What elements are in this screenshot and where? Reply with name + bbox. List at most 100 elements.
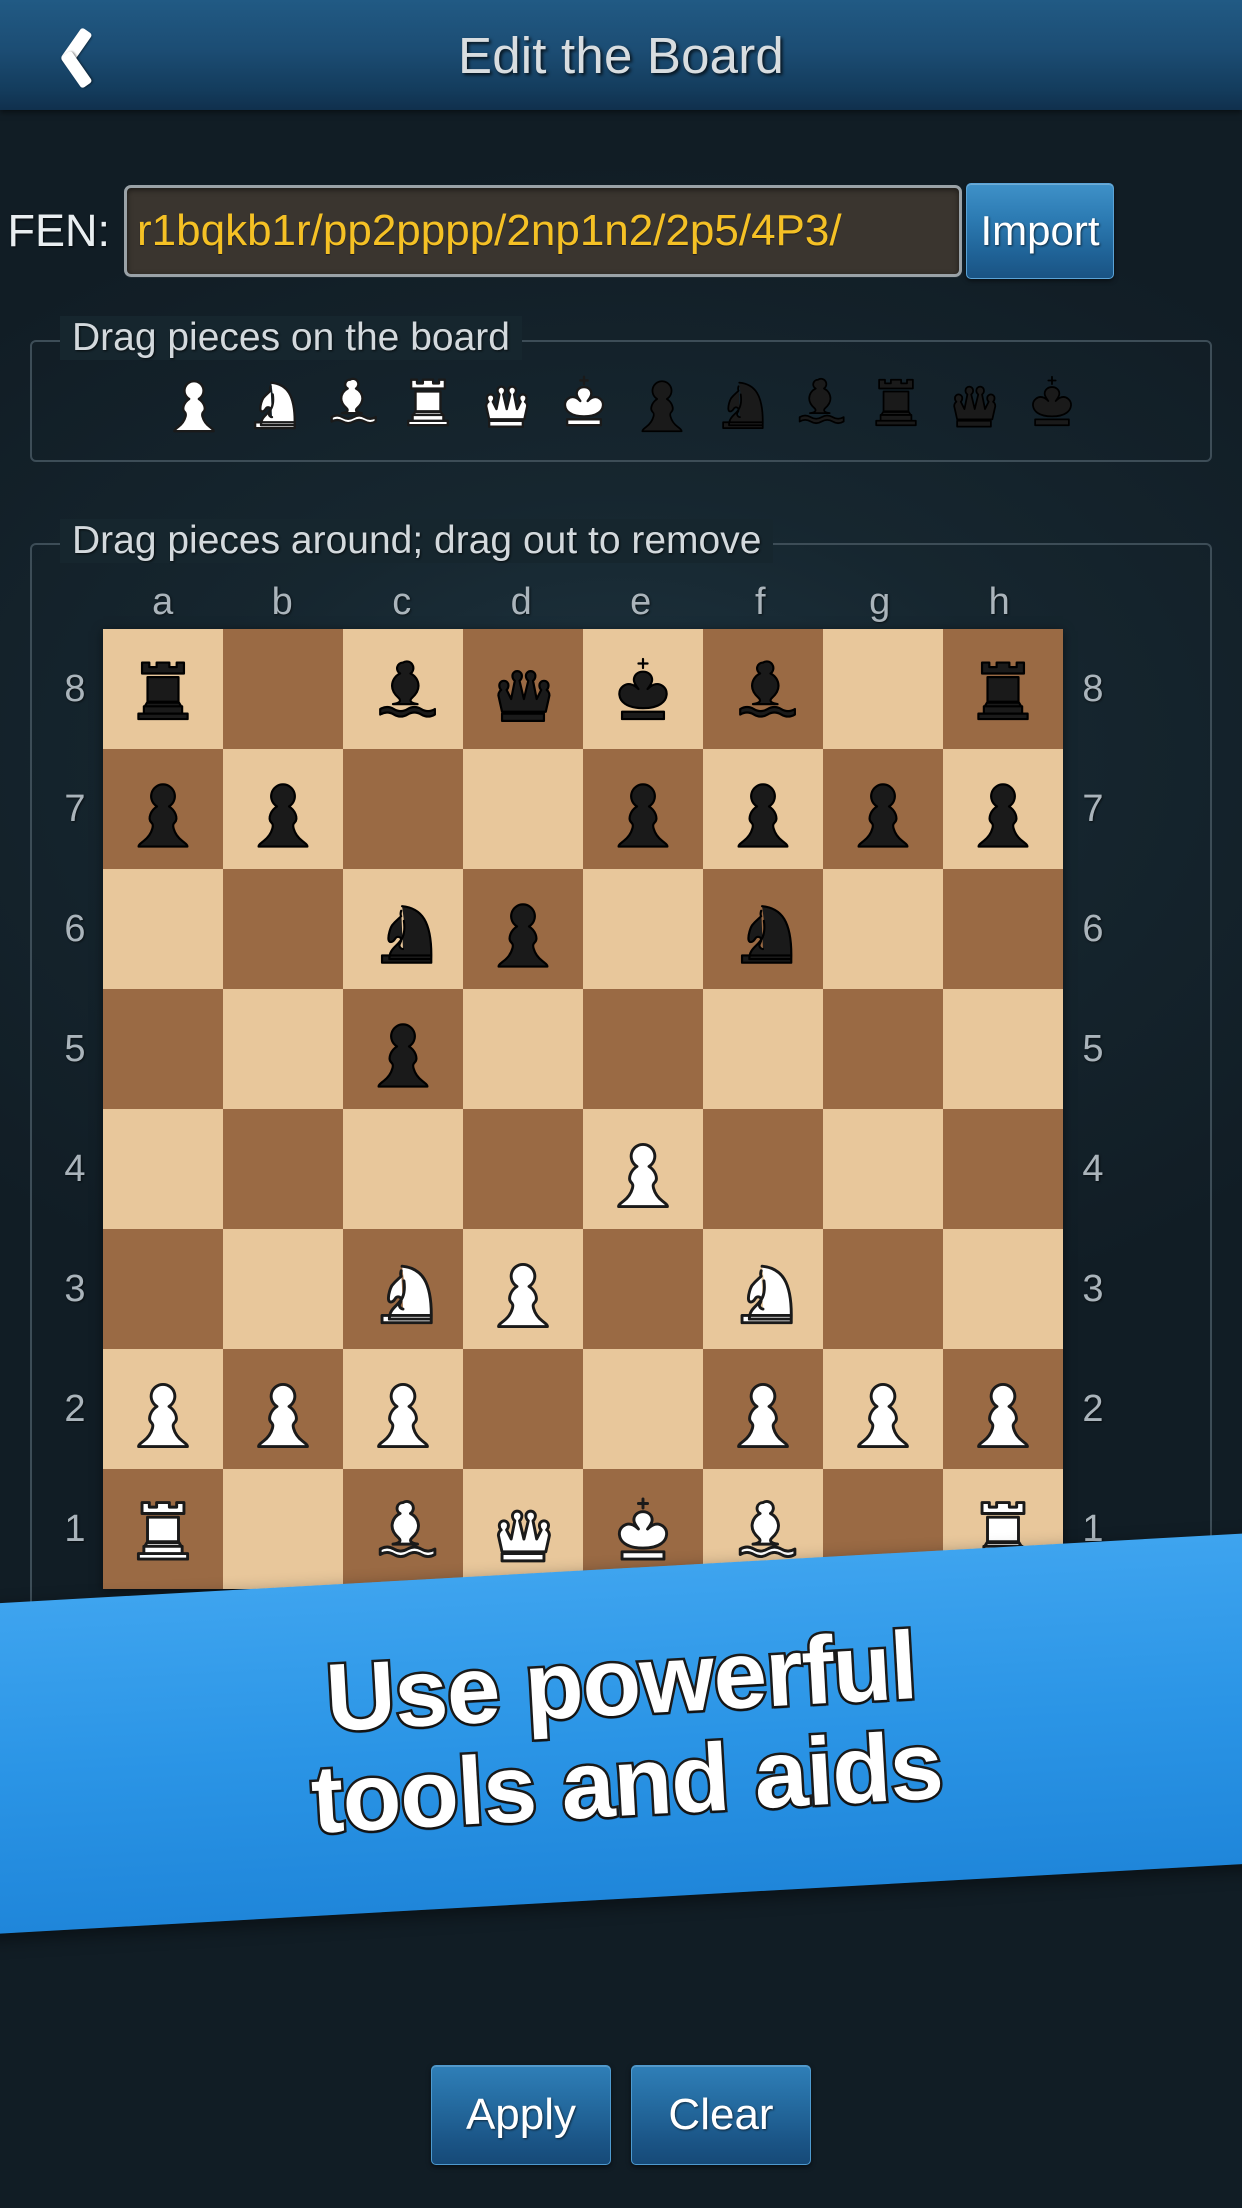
title-bar: Edit the Board (0, 0, 1242, 110)
board-square-e8[interactable] (583, 629, 703, 749)
board-square-d6[interactable] (463, 869, 583, 989)
board-square-a4[interactable] (103, 1109, 223, 1229)
board-square-h2[interactable] (943, 1349, 1063, 1469)
board-square-d5[interactable] (463, 989, 583, 1109)
fen-input[interactable]: r1bqkb1r/pp2pppp/2np1n2/2p5/4P3/ (124, 184, 962, 277)
file-label-h: h (988, 581, 1010, 623)
board-square-g5[interactable] (823, 989, 943, 1109)
board-square-b6[interactable] (223, 869, 343, 989)
board-square-h3[interactable] (943, 1229, 1063, 1349)
board-square-g3[interactable] (823, 1229, 943, 1349)
board-square-b4[interactable] (223, 1109, 343, 1229)
board-square-f7[interactable] (703, 749, 823, 869)
import-button[interactable]: Import (966, 182, 1114, 279)
rank-label-7: 7 (1082, 787, 1104, 830)
board-square-h7[interactable] (943, 749, 1063, 869)
palette-piece-black-queen[interactable] (935, 351, 1013, 451)
board-square-d8[interactable] (463, 629, 583, 749)
piece-black-rook (137, 661, 189, 721)
palette-piece-white-pawn[interactable] (155, 351, 233, 451)
board-square-c7[interactable] (343, 749, 463, 869)
board-square-h5[interactable] (943, 989, 1063, 1109)
piece-white-pawn (377, 1382, 429, 1448)
rank-label-5: 5 (64, 1027, 86, 1070)
board-square-h4[interactable] (943, 1109, 1063, 1229)
board-square-a5[interactable] (103, 989, 223, 1109)
file-label-a: a (152, 581, 174, 623)
apply-button[interactable]: Apply (431, 2065, 611, 2165)
piece-black-pawn (497, 903, 549, 968)
board-square-a2[interactable] (103, 1349, 223, 1469)
palette-piece-white-queen[interactable] (467, 351, 545, 451)
board-square-e5[interactable] (583, 989, 703, 1109)
palette-piece-black-bishop[interactable] (779, 351, 857, 451)
bottom-action-bar: Apply Clear (0, 2055, 1242, 2175)
chess-board[interactable] (103, 629, 1063, 1589)
palette-piece-black-rook[interactable] (857, 351, 935, 451)
board-square-b7[interactable] (223, 749, 343, 869)
board-square-g7[interactable] (823, 749, 943, 869)
palette-piece-black-pawn[interactable] (623, 351, 701, 451)
piece-white-pawn (257, 1382, 309, 1448)
palette-piece-white-knight[interactable] (233, 351, 311, 451)
board-square-h8[interactable] (943, 629, 1063, 749)
palette-piece-black-knight[interactable] (701, 351, 779, 451)
board-square-h6[interactable] (943, 869, 1063, 989)
board-square-f8[interactable] (703, 629, 823, 749)
board-square-e7[interactable] (583, 749, 703, 869)
board-square-b5[interactable] (223, 989, 343, 1109)
piece-white-pawn (137, 1382, 189, 1448)
board-square-a7[interactable] (103, 749, 223, 869)
board-square-b1[interactable] (223, 1469, 343, 1589)
board-square-a3[interactable] (103, 1229, 223, 1349)
board-square-a6[interactable] (103, 869, 223, 989)
piece-white-knight (380, 1264, 433, 1325)
piece-black-bishop (379, 660, 436, 718)
board-square-e4[interactable] (583, 1109, 703, 1229)
rank-label-8: 8 (64, 667, 86, 710)
board-square-c8[interactable] (343, 629, 463, 749)
piece-black-pawn (137, 783, 189, 848)
board-square-f4[interactable] (703, 1109, 823, 1229)
palette-piece-white-king[interactable] (545, 351, 623, 451)
rank-label-6: 6 (64, 907, 86, 950)
board-square-e3[interactable] (583, 1229, 703, 1349)
board-square-f6[interactable] (703, 869, 823, 989)
board-legend: Drag pieces around; drag out to remove (60, 519, 774, 563)
board-square-g8[interactable] (823, 629, 943, 749)
board-square-f2[interactable] (703, 1349, 823, 1469)
board-square-e2[interactable] (583, 1349, 703, 1469)
piece-black-knight (380, 905, 433, 964)
clear-button[interactable]: Clear (631, 2065, 811, 2165)
rank-label-1: 1 (64, 1507, 86, 1550)
board-square-b2[interactable] (223, 1349, 343, 1469)
edit-board-screen: Edit the Board FEN: r1bqkb1r/pp2pppp/2np… (0, 0, 1242, 2208)
board-square-d7[interactable] (463, 749, 583, 869)
rank-label-4: 4 (64, 1147, 86, 1190)
board-square-b8[interactable] (223, 629, 343, 749)
board-square-a1[interactable] (103, 1469, 223, 1589)
board-square-c3[interactable] (343, 1229, 463, 1349)
board-square-d3[interactable] (463, 1229, 583, 1349)
board-square-g6[interactable] (823, 869, 943, 989)
board-square-g4[interactable] (823, 1109, 943, 1229)
board-square-c6[interactable] (343, 869, 463, 989)
piece-white-pawn (737, 1382, 789, 1448)
board-square-d4[interactable] (463, 1109, 583, 1229)
board-square-e6[interactable] (583, 869, 703, 989)
palette-piece-white-bishop[interactable] (311, 351, 389, 451)
board-square-c1[interactable] (343, 1469, 463, 1589)
board-square-c4[interactable] (343, 1109, 463, 1229)
palette-piece-white-rook[interactable] (389, 351, 467, 451)
board-square-f5[interactable] (703, 989, 823, 1109)
file-label-d: d (510, 581, 532, 623)
board-square-c5[interactable] (343, 989, 463, 1109)
rank-label-2: 2 (64, 1387, 86, 1430)
board-square-c2[interactable] (343, 1349, 463, 1469)
board-square-g2[interactable] (823, 1349, 943, 1469)
palette-piece-black-king[interactable] (1013, 351, 1091, 451)
board-square-f3[interactable] (703, 1229, 823, 1349)
board-square-d2[interactable] (463, 1349, 583, 1469)
board-square-a8[interactable] (103, 629, 223, 749)
board-square-b3[interactable] (223, 1229, 343, 1349)
